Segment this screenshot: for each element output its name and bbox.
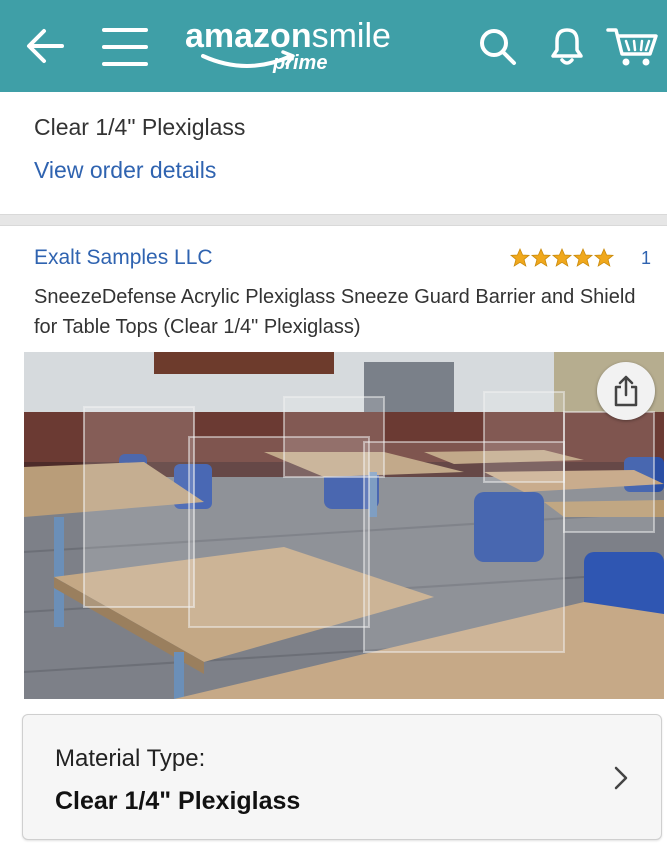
cart-icon[interactable] — [606, 22, 662, 70]
view-order-details-link[interactable]: View order details — [34, 157, 216, 184]
scrolled-text-remnant — [0, 92, 667, 104]
share-icon — [614, 375, 638, 407]
product-image[interactable] — [24, 352, 664, 699]
top-nav-bar: amazonsmile prime — [0, 0, 667, 92]
star-icon — [530, 248, 552, 267]
bell-icon[interactable] — [545, 22, 589, 68]
variant-value: Clear 1/4" Plexiglass — [55, 787, 301, 815]
star-icon — [593, 248, 615, 267]
menu-icon[interactable] — [100, 24, 150, 70]
back-arrow-icon[interactable] — [22, 22, 70, 70]
prime-label: prime — [273, 52, 328, 74]
share-button[interactable] — [597, 362, 655, 420]
classroom-photo — [24, 352, 664, 699]
rating-stars[interactable] — [510, 248, 620, 268]
variant-label: Material Type: — [55, 745, 206, 772]
seller-link[interactable]: Exalt Samples LLC — [34, 246, 213, 270]
chevron-right-icon — [614, 766, 628, 790]
order-material-text: Clear 1/4" Plexiglass — [34, 114, 246, 140]
rating-count[interactable]: 1 — [641, 248, 651, 269]
star-icon — [551, 248, 573, 267]
star-icon — [510, 248, 531, 267]
section-divider — [0, 214, 667, 226]
product-title[interactable]: SneezeDefense Acrylic Plexiglass Sneeze … — [34, 282, 659, 342]
logo-brand-suffix: smile — [311, 17, 391, 55]
product-card: Exalt Samples LLC 1 SneezeDefense Acryli… — [0, 226, 667, 843]
search-icon[interactable] — [476, 25, 520, 69]
amazon-smile-logo[interactable]: amazonsmile prime — [185, 16, 405, 80]
material-type-selector[interactable]: Material Type: Clear 1/4" Plexiglass — [22, 714, 662, 840]
star-icon — [572, 248, 594, 267]
